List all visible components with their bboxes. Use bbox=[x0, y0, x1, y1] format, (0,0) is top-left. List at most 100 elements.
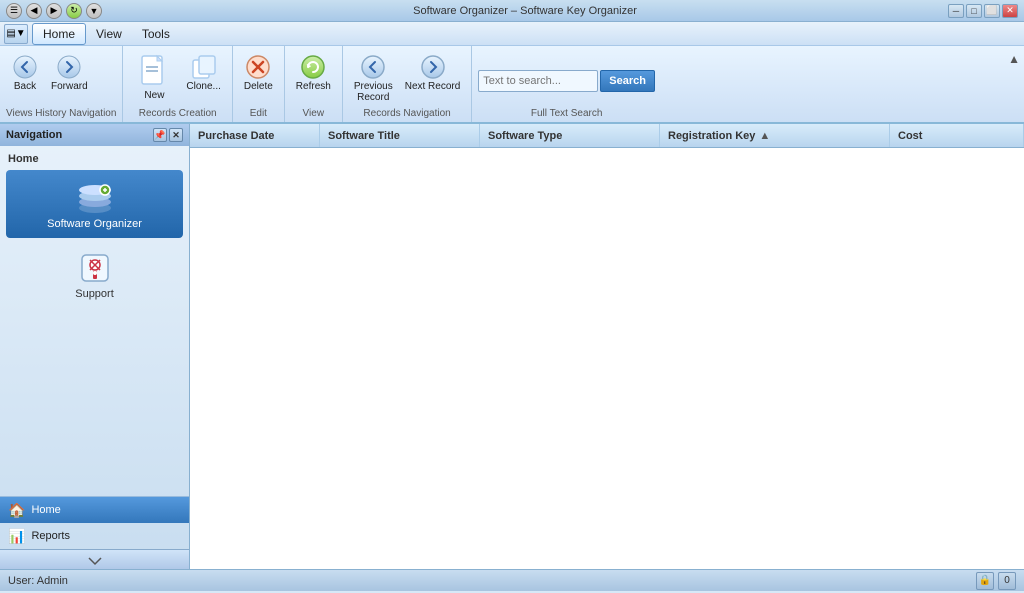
back-ribbon-label: Back bbox=[14, 81, 36, 92]
nav-bottom-home[interactable]: 🏠 Home bbox=[0, 497, 189, 523]
restore-btn[interactable]: □ bbox=[966, 4, 982, 18]
col-cost[interactable]: Cost bbox=[890, 124, 1024, 147]
back-btn[interactable]: ◀ bbox=[26, 3, 42, 19]
content-area: Purchase Date Software Title Software Ty… bbox=[190, 124, 1024, 569]
menu-view[interactable]: View bbox=[86, 24, 132, 44]
next-record-icon bbox=[419, 53, 447, 81]
title-bar-left: ☰ ◀ ▶ ↻ ▼ bbox=[6, 3, 102, 19]
refresh-label: Refresh bbox=[296, 81, 331, 92]
delete-btn[interactable]: Delete bbox=[239, 50, 278, 95]
delete-icon bbox=[244, 53, 272, 81]
col-software-type[interactable]: Software Type bbox=[480, 124, 660, 147]
ribbon-section-btns-search: Search bbox=[478, 50, 655, 106]
forward-ribbon-btn[interactable]: Forward bbox=[46, 50, 93, 95]
app-title: Software Organizer – Software Key Organi… bbox=[102, 5, 948, 17]
view-label: View bbox=[291, 106, 336, 122]
refresh-icon bbox=[299, 53, 327, 81]
ribbon-section-views-history: Back Forward Views History Navigation bbox=[0, 46, 123, 122]
clone-icon bbox=[190, 53, 218, 81]
forward-btn[interactable]: ▶ bbox=[46, 3, 62, 19]
ribbon-collapse[interactable]: ▲ bbox=[1006, 46, 1024, 122]
minimize-btn[interactable]: ─ bbox=[948, 4, 964, 18]
full-text-search-label: Full Text Search bbox=[478, 106, 655, 122]
nav-bottom: 🏠 Home 📊 Reports bbox=[0, 496, 189, 569]
main-area: Navigation 📌 ✕ Home bbox=[0, 124, 1024, 569]
maximize-btn[interactable]: ⬜ bbox=[984, 4, 1000, 18]
clone-label: Clone... bbox=[186, 81, 220, 92]
forward-icon bbox=[55, 53, 83, 81]
col-software-title[interactable]: Software Title bbox=[320, 124, 480, 147]
nav-home-section: Home Software Organizer bbox=[0, 146, 189, 314]
nav-bottom-home-label: Home bbox=[31, 504, 60, 516]
edit-label: Edit bbox=[239, 106, 278, 122]
nav-item-support[interactable]: Support bbox=[6, 240, 183, 308]
software-organizer-label: Software Organizer bbox=[47, 218, 142, 230]
search-button[interactable]: Search bbox=[600, 70, 655, 92]
prev-record-btn[interactable]: PreviousRecord bbox=[349, 50, 398, 106]
window-controls: ─ □ ⬜ ✕ bbox=[948, 4, 1018, 18]
prev-record-label: PreviousRecord bbox=[354, 81, 393, 103]
forward-ribbon-label: Forward bbox=[51, 81, 88, 92]
ribbon-section-btns-views: Back Forward bbox=[6, 50, 116, 106]
refresh-btn[interactable]: ↻ bbox=[66, 3, 82, 19]
menu-bar: ▤▼ Home View Tools bbox=[0, 22, 1024, 46]
views-history-label: Views History Navigation bbox=[6, 106, 116, 122]
software-organizer-icon bbox=[75, 178, 115, 218]
ribbon-section-records-creation: New Clone... Records Creation bbox=[123, 46, 232, 122]
home-bottom-icon: 🏠 bbox=[8, 502, 25, 519]
records-creation-label: Records Creation bbox=[129, 106, 225, 122]
reports-icon: 📊 bbox=[8, 528, 25, 545]
new-record-label: New bbox=[144, 90, 164, 101]
extra-btn[interactable]: ▼ bbox=[86, 3, 102, 19]
status-bar: User: Admin 🔒 0 bbox=[0, 569, 1024, 591]
ribbon-section-btns-records-nav: PreviousRecord Next Record bbox=[349, 50, 465, 106]
nav-scroll-down-btn[interactable] bbox=[0, 549, 189, 569]
sort-indicator: ▲ bbox=[759, 130, 770, 142]
new-icon bbox=[136, 54, 172, 90]
collapse-icon[interactable]: ▲ bbox=[1008, 52, 1020, 66]
close-btn[interactable]: ✕ bbox=[1002, 4, 1018, 18]
table-header: Purchase Date Software Title Software Ty… bbox=[190, 124, 1024, 148]
nav-section-home-label: Home bbox=[4, 150, 185, 168]
nav-close-btn[interactable]: ✕ bbox=[169, 128, 183, 142]
menu-icon[interactable]: ☰ bbox=[6, 3, 22, 19]
lock-icon: 🔒 bbox=[976, 572, 994, 590]
user-status: User: Admin bbox=[8, 575, 68, 587]
nav-header: Navigation 📌 ✕ bbox=[0, 124, 189, 146]
status-right: 🔒 0 bbox=[976, 572, 1016, 590]
ribbon-section-btns-edit: Delete bbox=[239, 50, 278, 106]
ribbon-section-view: Refresh View bbox=[285, 46, 343, 122]
clone-btn[interactable]: Clone... bbox=[181, 50, 225, 95]
nav-bottom-reports-label: Reports bbox=[31, 530, 70, 542]
ribbon-section-search: Search Full Text Search bbox=[472, 46, 661, 122]
prev-record-icon bbox=[359, 53, 387, 81]
ribbon-section-records-nav: PreviousRecord Next Record Records Navig… bbox=[343, 46, 472, 122]
nav-title: Navigation bbox=[6, 129, 62, 141]
table-body bbox=[190, 148, 1024, 569]
menu-home[interactable]: Home bbox=[32, 23, 86, 45]
nav-item-software-organizer[interactable]: Software Organizer bbox=[6, 170, 183, 238]
new-record-btn[interactable]: New bbox=[129, 50, 179, 105]
support-icon bbox=[75, 248, 115, 288]
col-purchase-date[interactable]: Purchase Date bbox=[190, 124, 320, 147]
app-menu-btn[interactable]: ▤▼ bbox=[4, 24, 28, 44]
refresh-ribbon-btn[interactable]: Refresh bbox=[291, 50, 336, 95]
nav-header-controls: 📌 ✕ bbox=[153, 128, 183, 142]
delete-label: Delete bbox=[244, 81, 273, 92]
col-registration-key[interactable]: Registration Key ▲ bbox=[660, 124, 890, 147]
search-input[interactable] bbox=[478, 70, 598, 92]
back-ribbon-btn[interactable]: Back bbox=[6, 50, 44, 95]
menu-tools[interactable]: Tools bbox=[132, 24, 180, 44]
nav-bottom-reports[interactable]: 📊 Reports bbox=[0, 523, 189, 549]
support-label: Support bbox=[75, 288, 114, 300]
next-record-label: Next Record bbox=[405, 81, 461, 92]
count-badge: 0 bbox=[998, 572, 1016, 590]
next-record-btn[interactable]: Next Record bbox=[400, 50, 466, 95]
records-navigation-label: Records Navigation bbox=[349, 106, 465, 122]
nav-pin-btn[interactable]: 📌 bbox=[153, 128, 167, 142]
navigation-panel: Navigation 📌 ✕ Home bbox=[0, 124, 190, 569]
ribbon: Back Forward Views History Navigation bbox=[0, 46, 1024, 124]
ribbon-section-edit: Delete Edit bbox=[233, 46, 285, 122]
title-bar: ☰ ◀ ▶ ↻ ▼ Software Organizer – Software … bbox=[0, 0, 1024, 22]
back-icon bbox=[11, 53, 39, 81]
